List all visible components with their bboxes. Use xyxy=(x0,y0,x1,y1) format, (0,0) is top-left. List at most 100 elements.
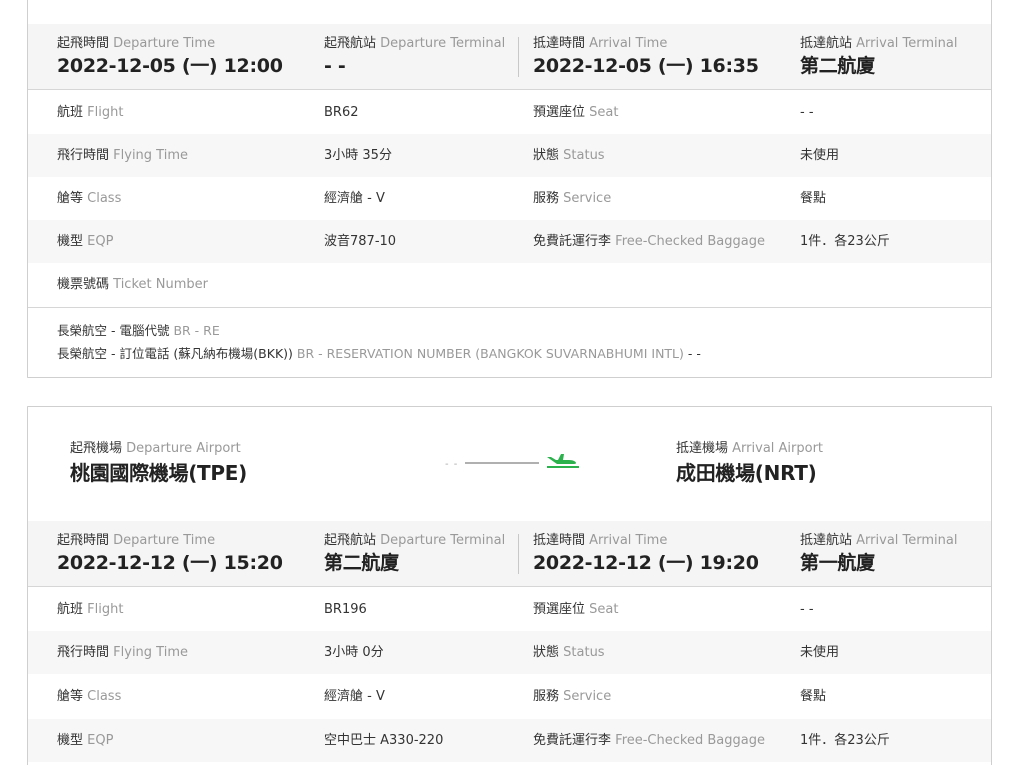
row-label-en: Flight xyxy=(87,602,124,617)
detail-row-flying-time: 飛行時間 Flying Time 3小時 35分 狀態 Status 未使用 xyxy=(28,134,991,177)
status-value: 未使用 xyxy=(800,148,840,163)
route-line xyxy=(465,462,539,464)
flight-number-value: BR62 xyxy=(324,105,359,120)
arrival-time-value: 2022-12-05 (一) 16:35 xyxy=(533,55,759,77)
arrival-time-label-zh: 抵達時間 xyxy=(533,533,586,548)
row-label-zh: 飛行時間 xyxy=(57,148,110,163)
detail-row-eqp: 機型 EQP 空中巴士 A330-220 免費託運行李 Free-Checked… xyxy=(28,719,991,762)
arrival-terminal-label-zh: 抵達航站 xyxy=(800,36,853,51)
row-label-en: Service xyxy=(563,191,612,206)
row-label-zh: 免費託運行李 xyxy=(533,234,612,249)
departure-time-block: 起飛時間 Departure Time 2022-12-05 (一) 12:00 xyxy=(57,36,283,79)
row-label-zh: 飛行時間 xyxy=(57,645,110,660)
row-label-en: Status xyxy=(563,148,605,163)
detail-row-class: 艙等 Class 經濟艙 - V 服務 Service 餐點 xyxy=(28,675,991,718)
row-label-zh: 機型 xyxy=(57,733,84,748)
flight-number-value: BR196 xyxy=(324,602,367,617)
class-value: 經濟艙 - V xyxy=(324,191,385,206)
row-label-zh: 預選座位 xyxy=(533,105,586,120)
seat-value: - - xyxy=(800,105,814,120)
seat-value: - - xyxy=(800,602,814,617)
departure-time-label-en: Departure Time xyxy=(113,533,216,548)
departure-terminal-label-zh: 起飛航站 xyxy=(324,533,377,548)
row-label-zh: 機票號碼 xyxy=(57,277,110,292)
detail-row-ticket-number: 機票號碼 Ticket Number xyxy=(28,263,991,306)
detail-row-eqp: 機型 EQP 波音787-10 免費託運行李 Free-Checked Bagg… xyxy=(28,220,991,263)
flight-segment-card-2: 起飛機場 Departure Airport 桃園國際機場(TPE) - - 抵… xyxy=(27,406,992,765)
reservation-phone-line: 長榮航空 - 訂位電話 (蘇凡納布機場(BKK)) BR - RESERVATI… xyxy=(57,345,701,363)
row-label-zh: 狀態 xyxy=(533,148,560,163)
departure-terminal-value: - - xyxy=(324,55,346,77)
reservation-phone-value: - - xyxy=(687,346,701,361)
row-label-en: Flying Time xyxy=(113,645,188,660)
airplane-landing-icon xyxy=(545,453,581,473)
row-label-en: Class xyxy=(87,689,122,704)
departure-time-block: 起飛時間 Departure Time 2022-12-12 (一) 15:20 xyxy=(57,533,283,576)
row-label-zh: 艙等 xyxy=(57,191,84,206)
flight-times-bar: 起飛時間 Departure Time 2022-12-05 (一) 12:00… xyxy=(28,24,991,90)
departure-terminal-value: 第二航廈 xyxy=(324,552,399,574)
arrival-time-value: 2022-12-12 (一) 19:20 xyxy=(533,552,759,574)
detail-row-class: 艙等 Class 經濟艙 - V 服務 Service 餐點 xyxy=(28,177,991,220)
aircraft-value: 波音787-10 xyxy=(324,234,397,249)
arrival-terminal-label-en: Arrival Terminal xyxy=(856,36,958,51)
arrival-airport-value: 成田機場(NRT) xyxy=(676,461,817,485)
arrival-airport-label-en: Arrival Airport xyxy=(732,441,824,456)
status-value: 未使用 xyxy=(800,645,840,660)
booking-code-line: 長榮航空 - 電腦代號 BR - RE xyxy=(57,322,220,340)
class-value: 經濟艙 - V xyxy=(324,689,385,704)
arrival-time-label-en: Arrival Time xyxy=(589,533,668,548)
reservation-note: 長榮航空 - 電腦代號 BR - RE 長榮航空 - 訂位電話 (蘇凡納布機場(… xyxy=(28,307,991,378)
row-label-zh: 艙等 xyxy=(57,689,84,704)
service-value: 餐點 xyxy=(800,689,827,704)
arrival-terminal-block: 抵達航站 Arrival Terminal 第二航廈 xyxy=(800,36,957,79)
departure-airport-value: 桃園國際機場(TPE) xyxy=(70,461,247,485)
row-label-zh: 狀態 xyxy=(533,645,560,660)
row-label-en: Free-Checked Baggage xyxy=(615,733,765,748)
flying-time-value: 3小時 35分 xyxy=(324,148,392,163)
row-label-zh: 機型 xyxy=(57,234,84,249)
detail-row-flight: 航班 Flight BR196 預選座位 Seat - - xyxy=(28,588,991,631)
arrival-airport-block: 抵達機場 Arrival Airport 成田機場(NRT) xyxy=(676,441,823,487)
row-label-en: Seat xyxy=(589,105,619,120)
baggage-value: 1件．各23公斤 xyxy=(800,733,890,748)
row-label-zh: 免費託運行李 xyxy=(533,733,612,748)
departure-airport-label-en: Departure Airport xyxy=(126,441,241,456)
arrival-time-block: 抵達時間 Arrival Time 2022-12-05 (一) 16:35 xyxy=(533,36,759,79)
arrival-terminal-value: 第一航廈 xyxy=(800,552,875,574)
arrival-time-block: 抵達時間 Arrival Time 2022-12-12 (一) 19:20 xyxy=(533,533,759,576)
arrival-airport-label-zh: 抵達機場 xyxy=(676,441,729,456)
row-label-en: EQP xyxy=(87,234,114,249)
departure-airport-label-zh: 起飛機場 xyxy=(70,441,123,456)
flying-time-value: 3小時 0分 xyxy=(324,645,384,660)
arrival-terminal-label-zh: 抵達航站 xyxy=(800,533,853,548)
route-dashes: - - xyxy=(445,459,459,470)
arrival-time-label-zh: 抵達時間 xyxy=(533,36,586,51)
route-indicator: - - xyxy=(445,453,581,470)
departure-time-label-zh: 起飛時間 xyxy=(57,533,110,548)
row-label-en: EQP xyxy=(87,733,114,748)
flight-segment-card-1: 起飛時間 Departure Time 2022-12-05 (一) 12:00… xyxy=(27,0,992,378)
departure-terminal-block: 起飛航站 Departure Terminal 第二航廈 xyxy=(324,533,505,576)
row-label-en: Class xyxy=(87,191,122,206)
row-label-en: Ticket Number xyxy=(113,277,208,292)
aircraft-value: 空中巴士 A330-220 xyxy=(324,733,444,748)
booking-code-label-en: BR - RE xyxy=(173,323,220,338)
detail-row-flight: 航班 Flight BR62 預選座位 Seat - - xyxy=(28,91,991,134)
departure-terminal-block: 起飛航站 Departure Terminal - - xyxy=(324,36,505,79)
detail-row-flying-time: 飛行時間 Flying Time 3小時 0分 狀態 Status 未使用 xyxy=(28,631,991,674)
arrival-terminal-label-en: Arrival Terminal xyxy=(856,533,958,548)
reservation-phone-label-en: BR - RESERVATION NUMBER (BANGKOK SUVARNA… xyxy=(296,346,684,361)
departure-time-label-zh: 起飛時間 xyxy=(57,36,110,51)
service-value: 餐點 xyxy=(800,191,827,206)
arrival-time-label-en: Arrival Time xyxy=(589,36,668,51)
arrival-terminal-value: 第二航廈 xyxy=(800,55,875,77)
departure-time-label-en: Departure Time xyxy=(113,36,216,51)
departure-terminal-label-en: Departure Terminal xyxy=(380,36,506,51)
row-label-zh: 預選座位 xyxy=(533,602,586,617)
departure-terminal-label-zh: 起飛航站 xyxy=(324,36,377,51)
row-label-en: Service xyxy=(563,689,612,704)
row-label-en: Status xyxy=(563,645,605,660)
times-divider xyxy=(518,534,519,574)
row-label-zh: 服務 xyxy=(533,191,560,206)
